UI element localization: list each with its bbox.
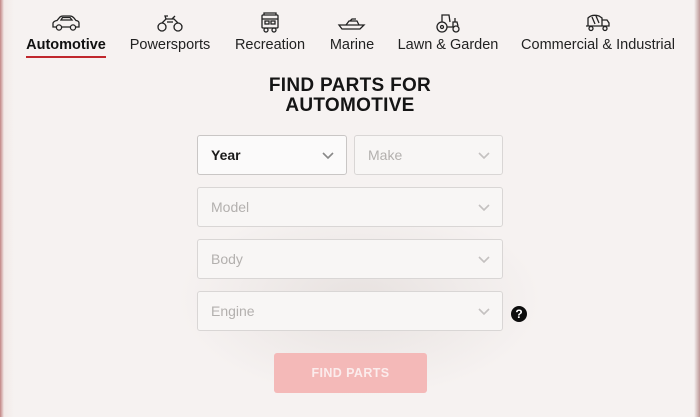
tab-label: Commercial & Industrial <box>521 37 675 53</box>
engine-select[interactable]: Engine <box>197 291 503 331</box>
boat-icon <box>337 12 367 34</box>
active-tab-indicator <box>26 56 106 58</box>
tab-marine[interactable]: Marine <box>326 0 378 64</box>
atv-icon <box>155 12 185 34</box>
tab-label: Marine <box>329 37 375 53</box>
chevron-down-icon <box>478 256 490 264</box>
chevron-down-icon <box>478 152 490 160</box>
finder-title-line1: FIND PARTS FOR <box>268 75 432 96</box>
find-parts-button[interactable]: FIND PARTS <box>274 353 427 393</box>
tractor-icon <box>433 12 463 34</box>
tab-label: Lawn & Garden <box>397 37 499 53</box>
finder-title-line2: AUTOMOTIVE <box>285 95 415 116</box>
model-select[interactable]: Model <box>197 187 503 227</box>
year-select[interactable]: Year <box>197 135 347 175</box>
tab-automotive[interactable]: Automotive <box>26 0 106 64</box>
tab-lawn-garden[interactable]: Lawn & Garden <box>396 0 500 64</box>
tab-commercial-industrial[interactable]: Commercial & Industrial <box>518 0 678 64</box>
cement-truck-icon <box>583 12 613 34</box>
engine-select-value: Engine <box>211 303 255 319</box>
tab-label: Automotive <box>26 37 106 53</box>
finder-title: FIND PARTS FOR AUTOMOTIVE <box>200 76 500 116</box>
tab-powersports[interactable]: Powersports <box>128 0 212 64</box>
chevron-down-icon <box>478 204 490 212</box>
make-select-value: Make <box>368 147 403 163</box>
make-select[interactable]: Make <box>354 135 503 175</box>
chevron-down-icon <box>322 152 334 160</box>
tab-recreation[interactable]: Recreation <box>232 0 308 64</box>
body-select[interactable]: Body <box>197 239 503 279</box>
vehicle-category-tabs: Automotive Powersports Recreation Marine… <box>0 0 700 64</box>
year-select-value: Year <box>211 147 241 163</box>
body-select-value: Body <box>211 251 243 267</box>
tab-label: Powersports <box>129 37 211 53</box>
tab-label: Recreation <box>234 37 306 53</box>
car-icon <box>51 12 81 34</box>
chevron-down-icon <box>478 308 490 316</box>
rv-icon <box>255 12 285 34</box>
engine-help-icon[interactable]: ? <box>511 306 527 322</box>
model-select-value: Model <box>211 199 250 215</box>
